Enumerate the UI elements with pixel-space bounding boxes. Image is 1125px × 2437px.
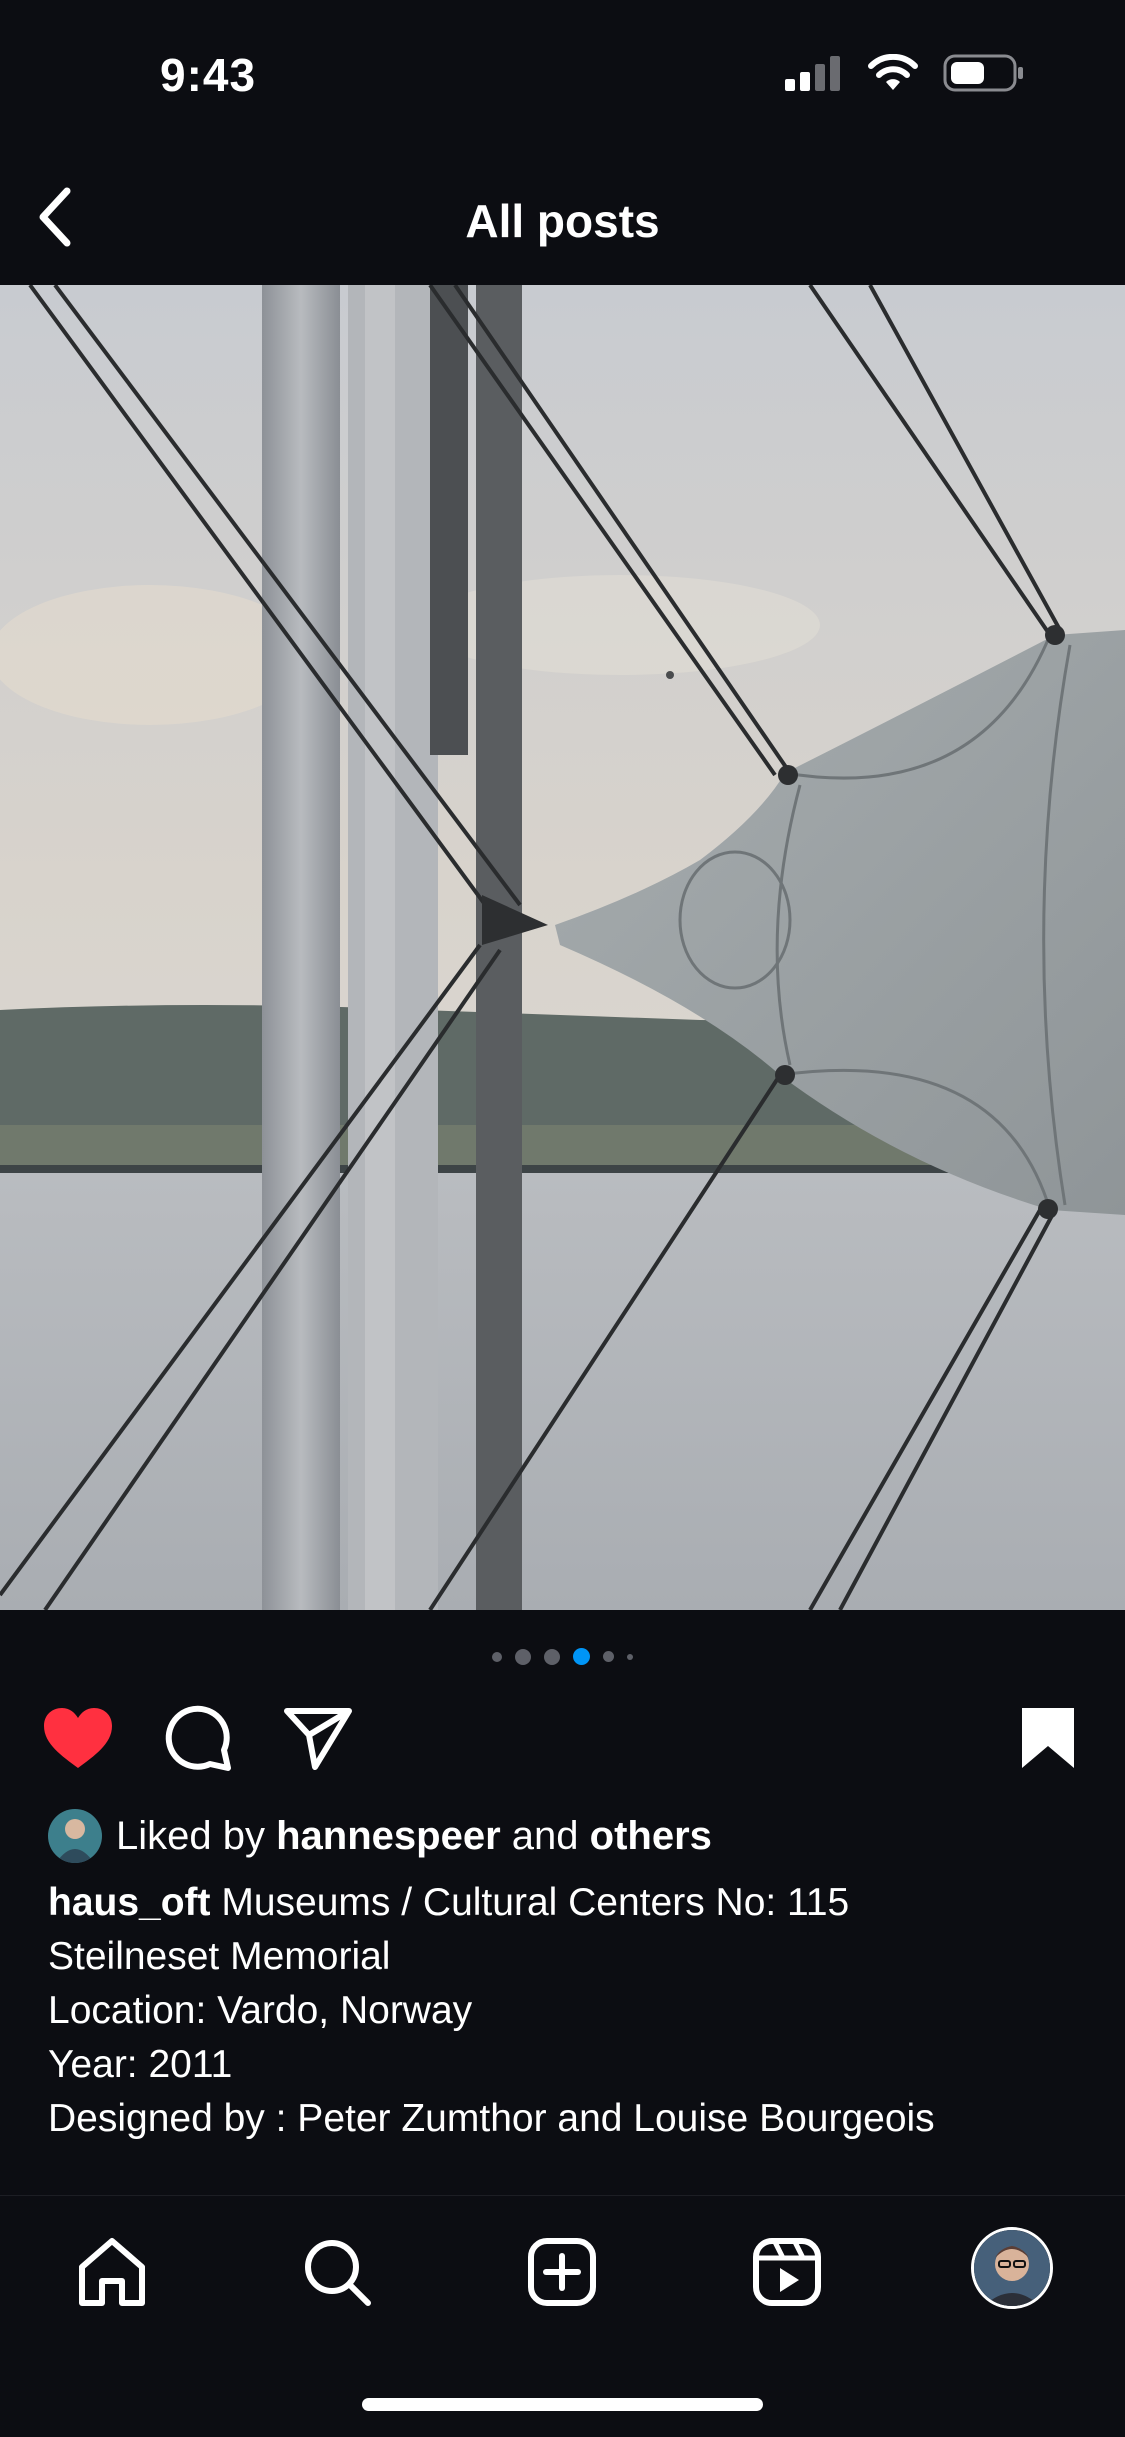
caption-text: Museums / Cultural Centers No: 115: [221, 1881, 850, 1924]
caption-username[interactable]: haus_oft: [48, 1881, 211, 1924]
carousel-dot-active: [573, 1648, 590, 1665]
heart-filled-icon: [43, 1707, 112, 1768]
profile-avatar: [974, 2230, 1050, 2306]
like-button[interactable]: [40, 1700, 115, 1775]
page-title: All posts: [465, 195, 660, 247]
search-icon: [305, 2240, 371, 2306]
likes-connector: and: [511, 1813, 579, 1858]
reels-icon: [753, 2238, 821, 2306]
send-icon: [283, 1707, 352, 1770]
share-button[interactable]: [280, 1700, 355, 1775]
tab-create[interactable]: [522, 2232, 602, 2312]
home-indicator: [362, 2398, 763, 2411]
avatar: [48, 1809, 102, 1863]
status-time: 9:43: [160, 49, 257, 101]
comment-icon: [165, 1705, 231, 1771]
wifi-icon: [868, 54, 918, 90]
cellular-signal-icon: [785, 56, 840, 91]
tab-reels[interactable]: [747, 2232, 827, 2312]
caption-line: Designed by : Peter Zumthor and Louise B…: [48, 2097, 935, 2140]
liker-username[interactable]: hannespeer: [276, 1814, 501, 1859]
comment-button[interactable]: [160, 1700, 235, 1775]
likes-summary[interactable]: Liked by hannespeer and others: [48, 1808, 712, 1864]
bookmark-filled-icon: [1021, 1707, 1074, 1768]
carousel-dot: [515, 1648, 531, 1665]
carousel-dot: [603, 1651, 614, 1662]
tab-home[interactable]: [72, 2232, 152, 2312]
status-bar: 9:43: [0, 0, 1125, 150]
tab-profile[interactable]: [971, 2227, 1053, 2309]
carousel-dot: [544, 1648, 560, 1665]
caption-line: Location: Vardo, Norway: [48, 1989, 473, 2032]
battery-icon: [943, 54, 1023, 92]
post-caption: haus_oft Museums / Cultural Centers No: …: [48, 1876, 1088, 2146]
carousel-dot: [627, 1653, 633, 1660]
carousel-dot: [492, 1651, 502, 1662]
tab-search[interactable]: [297, 2232, 377, 2312]
likes-prefix: Liked by: [116, 1813, 265, 1858]
status-icons: [785, 54, 1025, 92]
likes-others-link[interactable]: others: [590, 1814, 712, 1859]
home-icon: [79, 2238, 145, 2306]
save-button[interactable]: [1010, 1700, 1085, 1775]
caption-line: Year: 2011: [48, 2043, 233, 2086]
nav-header: All posts: [0, 150, 1125, 285]
caption-line: Steilneset Memorial: [48, 1935, 391, 1978]
carousel-indicator: [0, 1648, 1125, 1665]
post-actions: [0, 1700, 1125, 1775]
create-icon: [528, 2238, 596, 2306]
post-image[interactable]: [0, 285, 1125, 1610]
